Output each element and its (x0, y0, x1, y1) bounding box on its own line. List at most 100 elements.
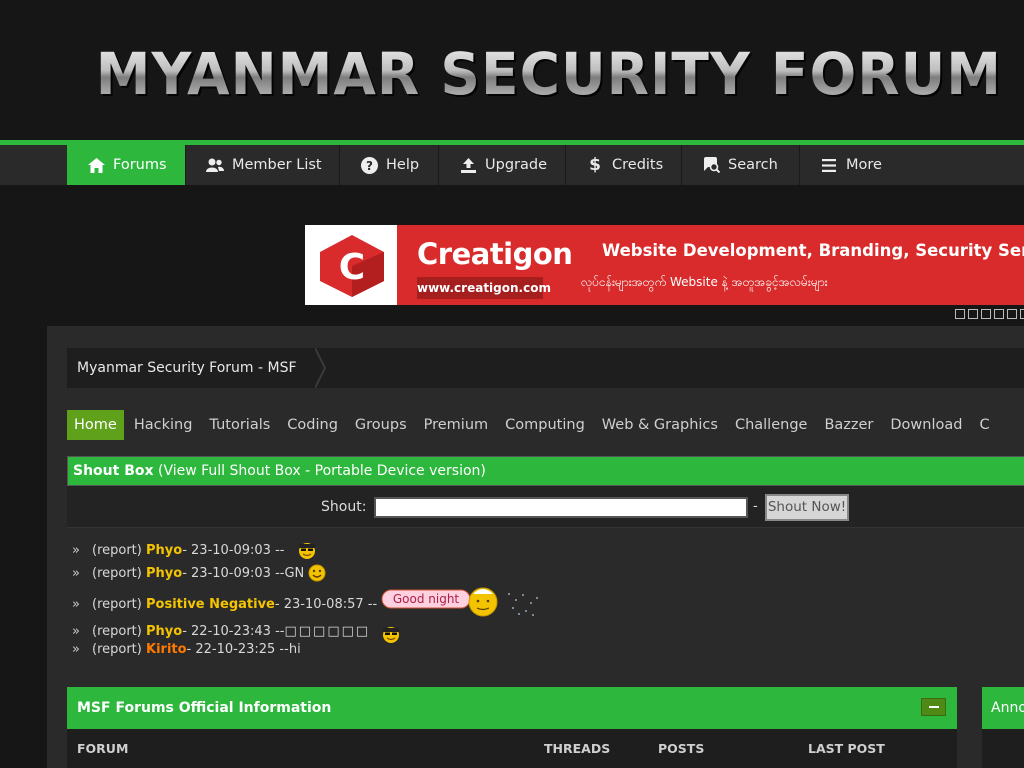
tab-bazzer[interactable]: Bazzer (817, 410, 880, 440)
shout-message: GN (284, 565, 305, 581)
cool-smiley-icon (299, 543, 316, 559)
shoutbox-title: Shout Box (73, 463, 154, 479)
nav-search[interactable]: Search (682, 145, 800, 185)
shout-meta: - 23-10-09:03 -- (182, 565, 285, 581)
announcements-header[interactable]: Anno (982, 687, 1024, 729)
banner-brand: Creatigon (417, 237, 573, 271)
bullet: » (72, 623, 80, 639)
shout-input[interactable] (374, 497, 748, 518)
smiley-icon (308, 564, 326, 582)
banner-pager (955, 309, 1024, 319)
shout-user[interactable]: Phyo (146, 566, 182, 581)
shout-meta: - 22-10-23:25 -- (186, 642, 289, 657)
pager-dot[interactable] (968, 309, 978, 319)
pager-dot[interactable] (981, 309, 991, 319)
nav-member-list[interactable]: Member List (186, 145, 340, 185)
shout-label: Shout: (321, 499, 367, 515)
banner-subline: လုပ်ငန်းများအတွက် Website နဲ့ အတူအခွင့်အ… (581, 275, 828, 289)
bullet: » (72, 596, 80, 612)
shout-user[interactable]: Kirito (146, 642, 187, 657)
nav-label: Member List (232, 157, 322, 173)
tab-web-graphics[interactable]: Web & Graphics (595, 410, 725, 440)
shout-message: □□□□□□ (284, 623, 371, 639)
creatigon-logo-icon: C (320, 235, 384, 297)
announcements-body (982, 729, 1024, 768)
shout-entry: » (report) Phyo - 23-10-09:03 -- (72, 540, 318, 560)
shout-user[interactable]: Positive Negative (146, 597, 275, 612)
shout-now-button[interactable]: Shout Now! (765, 494, 849, 521)
shout-user[interactable]: Phyo (146, 543, 182, 558)
col-forum: FORUM (77, 741, 129, 756)
report-link[interactable]: (report) (92, 543, 142, 558)
pager-dot[interactable] (1007, 309, 1017, 319)
home-icon (87, 156, 105, 174)
breadcrumb-home[interactable]: Myanmar Security Forum - MSF (67, 348, 319, 388)
cool-smiley-icon (383, 627, 400, 643)
banner-headline: Website Development, Branding, Security … (602, 241, 1024, 260)
tab-computing[interactable]: Computing (498, 410, 592, 440)
question-icon: ? (360, 156, 378, 174)
collapse-button[interactable] (921, 698, 946, 716)
shout-user[interactable]: Phyo (146, 624, 182, 639)
nav-label: Upgrade (485, 157, 547, 173)
site-logo[interactable]: MYANMAR SECURITY FORUM (96, 40, 1002, 107)
pager-dot[interactable] (1020, 309, 1024, 319)
pager-dot[interactable] (994, 309, 1004, 319)
report-link[interactable]: (report) (92, 624, 142, 639)
shout-meta: - 23-10-08:57 -- (274, 596, 378, 612)
nav-credits[interactable]: $ Credits (566, 145, 682, 185)
tab-challenge[interactable]: Challenge (728, 410, 815, 440)
good-night-sticker-icon: Good night (381, 587, 539, 617)
nav-upgrade[interactable]: Upgrade (439, 145, 566, 185)
bullet: » (72, 565, 80, 581)
shout-entry: » (report) Kirito - 22-10-23:25 -- hi (72, 642, 301, 657)
nav-more[interactable]: More (800, 145, 904, 185)
report-link[interactable]: (report) (92, 566, 142, 581)
report-link[interactable]: (report) (92, 597, 142, 612)
shoutbox-header: Shout Box (View Full Shout Box - Portabl… (67, 456, 1024, 486)
search-chat-icon (702, 156, 720, 174)
nav-help[interactable]: ? Help (340, 145, 439, 185)
banner-url: www.creatigon.com (417, 277, 551, 299)
nav-label: More (846, 157, 882, 173)
menu-icon (820, 156, 838, 174)
tab-tutorials[interactable]: Tutorials (202, 410, 277, 440)
shout-meta: - 23-10-09:03 -- (182, 542, 285, 558)
breadcrumb-arrow-icon (315, 348, 327, 388)
category-nav: Home Hacking Tutorials Coding Groups Premium C… (67, 410, 1000, 440)
tab-hacking[interactable]: Hacking (127, 410, 200, 440)
svg-text:?: ? (366, 159, 373, 173)
users-icon (206, 156, 224, 174)
ad-banner[interactable]: C Creatigon www.creatigon.com Website De… (305, 225, 1024, 305)
tab-home[interactable]: Home (67, 410, 124, 440)
shout-entry: » (report) Phyo - 23-10-09:03 -- GN (72, 564, 326, 582)
main-content: Myanmar Security Forum - MSF Home Hacking… (47, 326, 1024, 768)
banner-logo-area: C (305, 225, 397, 305)
svg-text:Good night: Good night (393, 592, 460, 606)
shout-form: Shout: - Shout Now! (67, 486, 1024, 528)
shout-separator: - (753, 499, 758, 514)
shoutbox-full-link[interactable]: (View Full Shout Box - Portable Device v… (158, 463, 486, 479)
nav-label: Help (386, 157, 420, 173)
col-threads: THREADS (544, 741, 611, 756)
shout-message: hi (288, 642, 301, 657)
tab-download[interactable]: Download (883, 410, 969, 440)
nav-label: Search (728, 157, 778, 173)
shout-list: » (report) Phyo - 23-10-09:03 -- » (repo… (67, 528, 1024, 665)
tab-premium[interactable]: Premium (417, 410, 496, 440)
pager-dot[interactable] (955, 309, 965, 319)
site-header: MYANMAR SECURITY FORUM MYANMAR SECURITY … (0, 0, 1024, 140)
report-link[interactable]: (report) (92, 642, 142, 657)
tab-more-cut[interactable]: C (972, 410, 996, 440)
nav-label: Forums (113, 157, 167, 173)
shout-meta: - 22-10-23:43 -- (182, 623, 285, 639)
tab-coding[interactable]: Coding (280, 410, 345, 440)
main-nav: Forums Member List ? Help Upgrade $ Cred… (0, 140, 1024, 185)
bullet: » (72, 542, 80, 558)
forum-category: MSF Forums Official Information FORUM TH… (67, 687, 957, 768)
nav-label: Credits (612, 157, 664, 173)
nav-forums[interactable]: Forums (67, 145, 186, 185)
forum-category-title[interactable]: MSF Forums Official Information (67, 687, 957, 729)
bullet: » (72, 642, 80, 657)
tab-groups[interactable]: Groups (348, 410, 414, 440)
